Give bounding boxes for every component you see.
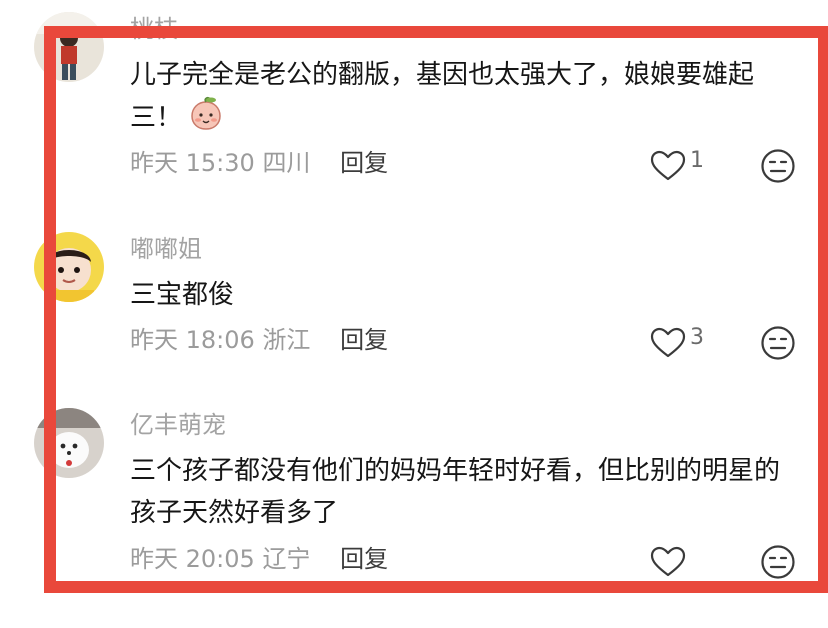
comment-text: 三宝都俊 (130, 274, 790, 316)
comment-location: 辽宁 (262, 545, 311, 573)
reply-button[interactable]: 回复 (340, 326, 388, 354)
meh-face-icon (761, 326, 795, 360)
comment-text: 儿子完全是老公的翻版，基因也太强大了，娘娘要雄起三！ (130, 54, 790, 145)
comment-text: 三个孩子都没有他们的妈妈年轻时好看，但比别的明星的孩子天然好看多了 (130, 450, 790, 534)
heart-outline-icon (650, 546, 686, 577)
like-button[interactable]: 1 (650, 150, 704, 182)
comment-time: 昨天 20:05 (130, 545, 255, 573)
comment-username[interactable]: 嘟嘟姐 (130, 234, 202, 264)
comment-username[interactable]: 亿丰萌宠 (130, 410, 226, 440)
comment-location: 四川 (262, 149, 311, 177)
comment-text-content: 三宝都俊 (130, 280, 235, 310)
comment-username[interactable]: 桃枝 (130, 14, 178, 44)
comment-meta: 昨天 18:06 浙江 回复 (130, 325, 388, 355)
comment-location: 浙江 (262, 326, 311, 354)
dislike-button[interactable] (760, 325, 796, 365)
like-button[interactable]: 3 (650, 327, 704, 359)
dislike-button[interactable] (760, 148, 796, 188)
meh-face-icon (761, 149, 795, 183)
peach-face-emoji-icon (188, 96, 224, 145)
heart-outline-icon (650, 327, 686, 358)
bottom-mask (0, 581, 828, 628)
dislike-button[interactable] (760, 544, 796, 584)
comment-text-content: 三个孩子都没有他们的妈妈年轻时好看，但比别的明星的孩子天然好看多了 (130, 456, 781, 528)
heart-outline-icon (650, 150, 686, 181)
reply-button[interactable]: 回复 (340, 149, 388, 177)
like-button[interactable] (650, 546, 686, 578)
comment-time: 昨天 15:30 (130, 149, 255, 177)
meh-face-icon (761, 545, 795, 579)
avatar[interactable] (34, 12, 104, 82)
like-count: 3 (690, 325, 704, 350)
like-count: 1 (690, 148, 704, 173)
avatar[interactable] (34, 232, 104, 302)
comment-meta: 昨天 15:30 四川 回复 (130, 148, 388, 178)
comment-meta: 昨天 20:05 辽宁 回复 (130, 544, 388, 574)
avatar[interactable] (34, 408, 104, 478)
comment-time: 昨天 18:06 (130, 326, 255, 354)
comment-list: 桃枝 儿子完全是老公的翻版，基因也太强大了，娘娘要雄起三！ 昨天 15:30 四… (0, 0, 828, 628)
reply-button[interactable]: 回复 (340, 545, 388, 573)
